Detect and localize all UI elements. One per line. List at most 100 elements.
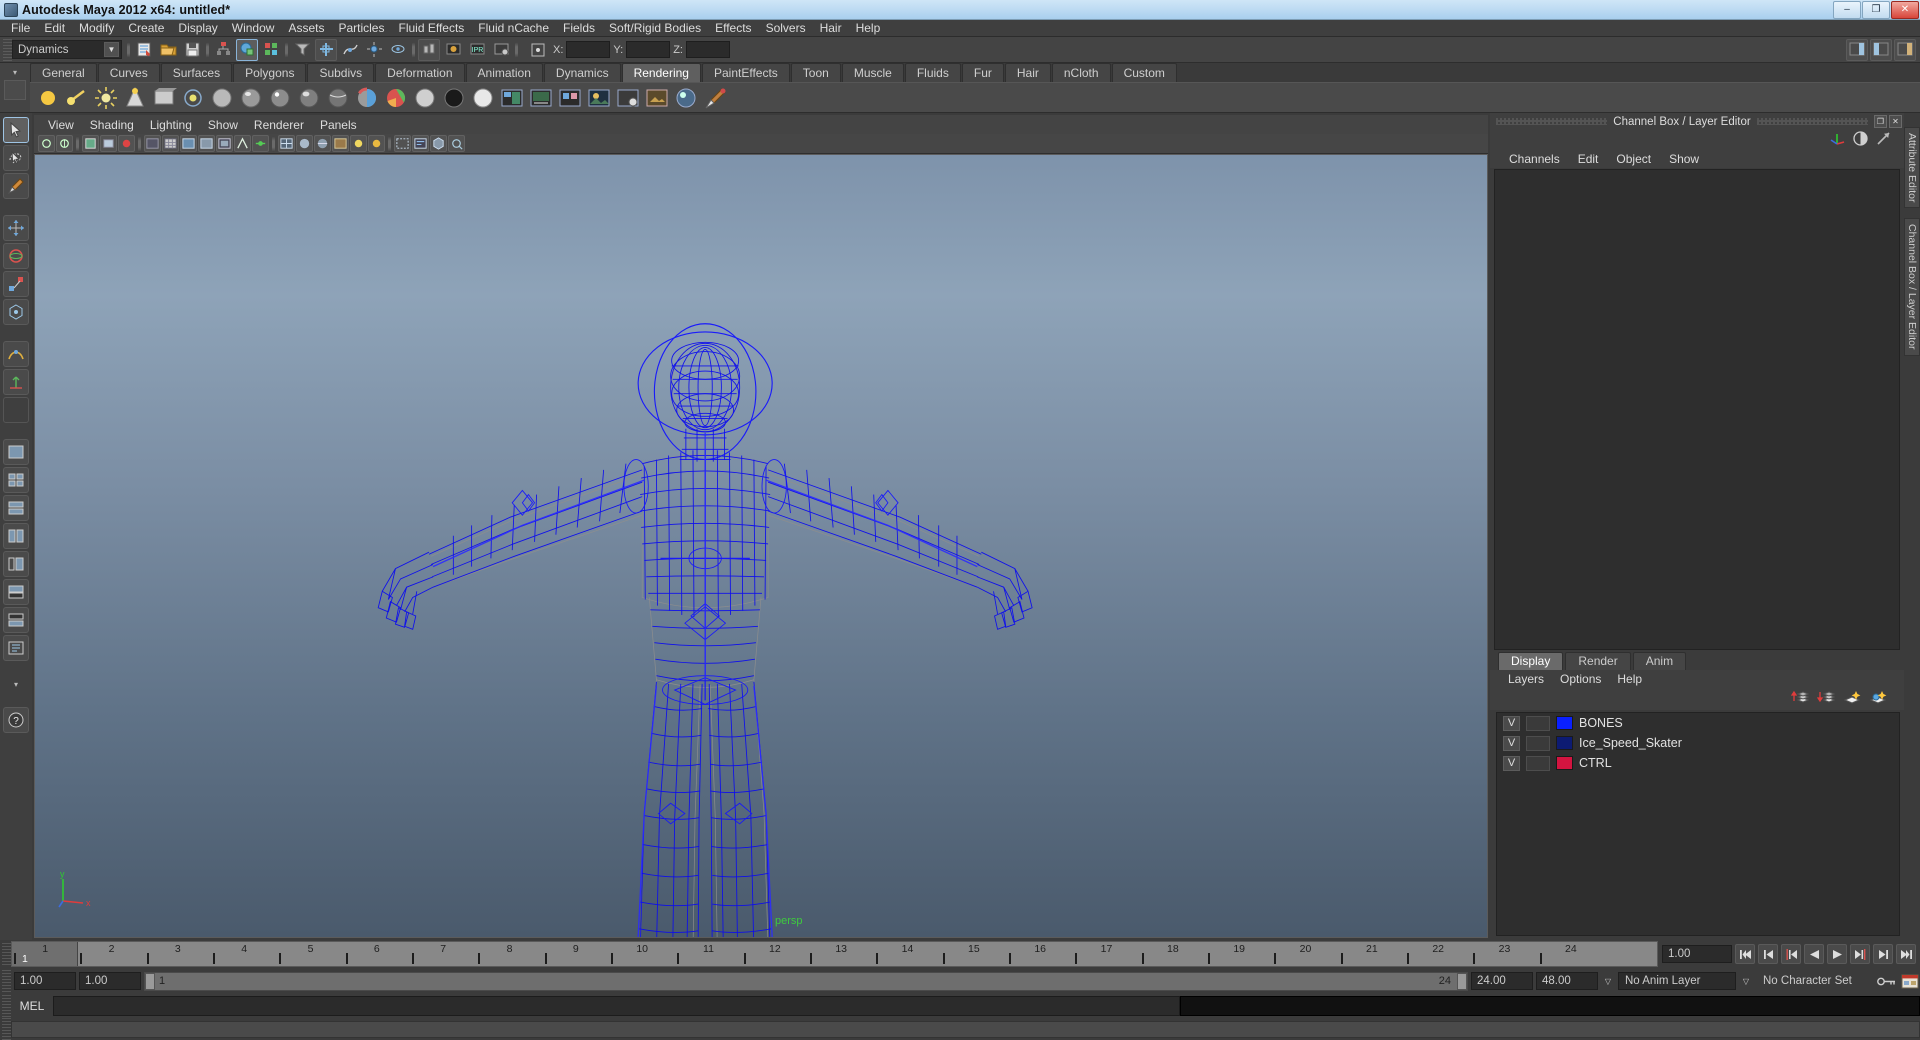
menu-item-modify[interactable]: Modify — [72, 20, 121, 36]
point-light-icon[interactable] — [92, 84, 119, 111]
toggle-channelbox-icon[interactable] — [1894, 38, 1916, 61]
hud-icon[interactable] — [412, 135, 429, 152]
layer-name[interactable]: CTRL — [1579, 756, 1612, 770]
menu-item-assets[interactable]: Assets — [281, 20, 331, 36]
menu-item-window[interactable]: Window — [225, 20, 282, 36]
go-to-end-icon[interactable] — [1896, 944, 1916, 964]
two-side-panes[interactable] — [3, 523, 29, 549]
select-object-icon[interactable] — [236, 38, 258, 61]
range-end-handle[interactable] — [1457, 972, 1467, 990]
auto-keyframe-icon[interactable] — [1877, 971, 1897, 991]
move-tool[interactable] — [3, 215, 29, 241]
menu-item-hair[interactable]: Hair — [813, 20, 849, 36]
step-forward-frame-icon[interactable] — [1873, 944, 1893, 964]
transform-field-mode-icon[interactable] — [527, 39, 549, 61]
new-scene-icon[interactable] — [133, 39, 155, 61]
move-layer-down-icon[interactable] — [1816, 689, 1836, 709]
single-perspective-view[interactable] — [3, 439, 29, 465]
camera-attributes-icon[interactable] — [448, 135, 465, 152]
shelf-tab-menu-icon[interactable]: ▾ — [7, 65, 23, 79]
shelf-tab-polygons[interactable]: Polygons — [233, 63, 307, 82]
anisotropic-material-icon[interactable] — [324, 84, 351, 111]
viewport-menu-view[interactable]: View — [40, 117, 82, 133]
menu-item-file[interactable]: File — [4, 20, 37, 36]
shelf-tab-rendering[interactable]: Rendering — [621, 63, 701, 82]
film-gate-icon[interactable] — [180, 135, 197, 152]
shelf-tab-hair[interactable]: Hair — [1004, 63, 1051, 82]
ramp-shader-icon[interactable] — [382, 84, 409, 111]
highlight-icon[interactable] — [368, 135, 385, 152]
view-cube-icon[interactable] — [430, 135, 447, 152]
shader-ball-icon[interactable] — [469, 84, 496, 111]
menu-item-soft-rigid-bodies[interactable]: Soft/Rigid Bodies — [602, 20, 708, 36]
z-field[interactable] — [685, 41, 730, 58]
layer-name[interactable]: Ice_Speed_Skater — [1579, 736, 1682, 750]
hypershade-persp-layout[interactable] — [3, 607, 29, 633]
command-output[interactable] — [1180, 996, 1920, 1016]
layer-playback-toggle[interactable] — [1526, 735, 1550, 751]
snap-point-icon[interactable] — [363, 39, 385, 61]
shelf-tab-fluids[interactable]: Fluids — [904, 63, 961, 82]
shelf-tab-fur[interactable]: Fur — [961, 63, 1004, 82]
shelf-options-button[interactable] — [4, 80, 26, 100]
render-current-frame-icon[interactable] — [442, 39, 464, 61]
layer-color-swatch[interactable] — [1556, 716, 1573, 730]
save-scene-icon[interactable] — [181, 39, 203, 61]
soft-modification-tool[interactable] — [3, 341, 29, 367]
shelf-tab-toon[interactable]: Toon — [790, 63, 841, 82]
menu-item-display[interactable]: Display — [171, 20, 224, 36]
lights-icon[interactable] — [350, 135, 367, 152]
command-line-grip[interactable] — [2, 995, 11, 1017]
play-forwards-icon[interactable] — [1827, 944, 1847, 964]
render-settings-icon[interactable] — [614, 84, 641, 111]
y-field[interactable] — [626, 41, 671, 58]
use-background-icon[interactable] — [440, 84, 467, 111]
isolate-select-icon[interactable] — [394, 135, 411, 152]
universal-manipulator-tool[interactable] — [3, 299, 29, 325]
blinn-material-icon[interactable] — [237, 84, 264, 111]
layer-playback-toggle[interactable] — [1526, 755, 1550, 771]
menu-item-create[interactable]: Create — [121, 20, 171, 36]
phonge-material-icon[interactable] — [295, 84, 322, 111]
toolbar-separator[interactable] — [125, 39, 132, 61]
two-sided-lighting-icon[interactable] — [118, 135, 135, 152]
layer-name[interactable]: BONES — [1579, 716, 1623, 730]
panel-restore-icon[interactable]: ❐ — [1874, 115, 1888, 128]
range-end-time-field[interactable]: 24.00 — [1471, 972, 1533, 990]
time-slider-track[interactable]: 1 1 2 3 4 5 6 7 8 9 10 11 12 13 14 15 16 17 18 19 20 21 22 23 2… — [11, 941, 1658, 967]
rotate-tool[interactable] — [3, 243, 29, 269]
spot-light-icon[interactable] — [121, 84, 148, 111]
shelf-tab-subdivs[interactable]: Subdivs — [307, 63, 375, 82]
persp-relationship-layout[interactable] — [3, 635, 29, 661]
last-tool-used[interactable] — [3, 397, 29, 423]
phong-material-icon[interactable] — [266, 84, 293, 111]
viewport-menu-renderer[interactable]: Renderer — [246, 117, 312, 133]
layer-playback-toggle[interactable] — [1526, 715, 1550, 731]
menu-set-selector[interactable]: Dynamics ▼ — [12, 40, 122, 59]
tool-settings-icon[interactable] — [1875, 130, 1892, 150]
paint-effects-icon[interactable] — [701, 84, 728, 111]
layer-menu-options[interactable]: Options — [1552, 672, 1609, 686]
layer-editor-tab-render[interactable]: Render — [1565, 652, 1631, 670]
render-layer-icon[interactable] — [643, 84, 670, 111]
batch-render-icon[interactable] — [556, 84, 583, 111]
perspective-viewport[interactable]: y x persp — [34, 154, 1488, 938]
display-layer-list[interactable]: V BONES V Ice_Speed_Skater V CTRL — [1496, 712, 1900, 936]
toolbar-separator[interactable] — [410, 39, 417, 61]
chevron-down-icon[interactable]: ▼ — [104, 42, 119, 57]
layer-visibility-toggle[interactable]: V — [1503, 755, 1520, 771]
viewport-menu-panels[interactable]: Panels — [312, 117, 365, 133]
layer-editor-tab-anim[interactable]: Anim — [1632, 652, 1687, 670]
render-current-frame-icon[interactable] — [498, 84, 525, 111]
snap-view-plane-icon[interactable] — [387, 39, 409, 61]
close-button[interactable]: ✕ — [1891, 1, 1919, 19]
toolbar-separator[interactable] — [283, 39, 290, 61]
toolbar-separator[interactable] — [513, 39, 520, 61]
lasso-select-tool[interactable] — [3, 145, 29, 171]
channel-box-content[interactable] — [1494, 169, 1900, 650]
step-back-key-icon[interactable] — [1781, 944, 1801, 964]
volume-light-icon[interactable] — [179, 84, 206, 111]
minimize-button[interactable]: – — [1833, 1, 1861, 19]
range-start-time-field[interactable]: 1.00 — [79, 972, 141, 990]
shelf-tab-painteffects[interactable]: PaintEffects — [701, 63, 790, 82]
